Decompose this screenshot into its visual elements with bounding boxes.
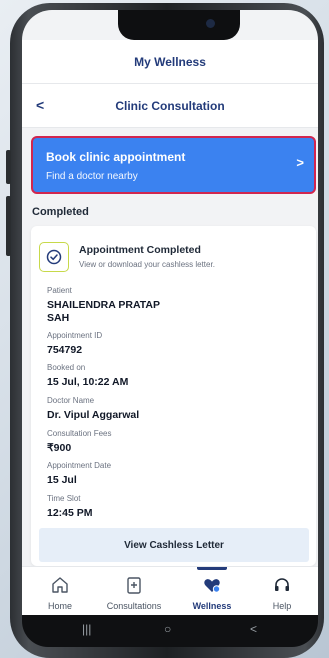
home-icon <box>52 577 68 593</box>
page-header: < Clinic Consultation <box>22 84 318 128</box>
app-title: My Wellness <box>134 54 206 69</box>
patient-value: SHAILENDRA PRATAP SAH <box>47 299 160 324</box>
notch <box>118 10 240 40</box>
appointment-card: Appointment Completed View or download y… <box>31 226 316 566</box>
section-label: Completed <box>32 206 89 218</box>
system-back-icon[interactable]: < <box>250 622 257 636</box>
nav-consultations[interactable]: Consultations <box>99 567 169 615</box>
booked-on-label: Booked on <box>47 363 86 372</box>
status-subtitle: View or download your cashless letter. <box>79 260 215 269</box>
power-button <box>6 196 11 256</box>
doctor-name-label: Doctor Name <box>47 396 95 405</box>
appointment-date-value: 15 Jul <box>47 474 77 486</box>
appointment-date-label: Appointment Date <box>47 461 112 470</box>
doctor-name-value: Dr. Vipul Aggarwal <box>47 409 140 421</box>
book-appointment-title: Book clinic appointment <box>46 150 186 164</box>
nav-home[interactable]: Home <box>25 567 95 615</box>
consultation-fees-label: Consultation Fees <box>47 429 112 438</box>
view-cashless-letter-button[interactable]: View Cashless Letter <box>39 528 309 562</box>
nav-wellness[interactable]: Wellness <box>177 567 247 615</box>
book-appointment-subtitle: Find a doctor nearby <box>46 171 138 182</box>
recents-icon[interactable]: ||| <box>82 622 91 636</box>
heart-icon <box>204 579 221 593</box>
system-nav-bar: ||| ○ < <box>22 615 318 647</box>
volume-button <box>6 150 11 184</box>
back-icon[interactable]: < <box>36 97 44 113</box>
nav-help[interactable]: Help <box>247 567 317 615</box>
bottom-nav: Home Consultations Wellness Help <box>22 566 318 615</box>
app-header: My Wellness <box>22 40 318 84</box>
appointment-id-label: Appointment ID <box>47 331 103 340</box>
book-appointment-card[interactable]: Book clinic appointment Find a doctor ne… <box>31 136 316 194</box>
nav-wellness-label: Wellness <box>192 601 232 611</box>
nav-help-label: Help <box>272 601 292 611</box>
home-circle-icon[interactable]: ○ <box>164 622 171 636</box>
headset-icon <box>275 578 289 591</box>
chevron-right-icon: > <box>296 155 304 170</box>
nav-consultations-label: Consultations <box>106 601 162 611</box>
time-slot-label: Time Slot <box>47 494 81 503</box>
appointment-id-value: 754792 <box>47 344 83 356</box>
check-circle-icon <box>39 242 69 272</box>
status-title: Appointment Completed <box>79 244 201 256</box>
medical-file-icon <box>127 577 141 594</box>
time-slot-value: 12:45 PM <box>47 507 93 519</box>
camera-icon <box>206 19 215 28</box>
patient-label: Patient <box>47 286 72 295</box>
nav-home-label: Home <box>47 601 72 611</box>
page-title: Clinic Consultation <box>115 98 225 113</box>
consultation-fees-value: ₹900 <box>47 442 72 454</box>
phone-screen: My Wellness < Clinic Consultation Book c… <box>22 10 318 615</box>
booked-on-value: 15 Jul, 10:22 AM <box>47 376 129 388</box>
